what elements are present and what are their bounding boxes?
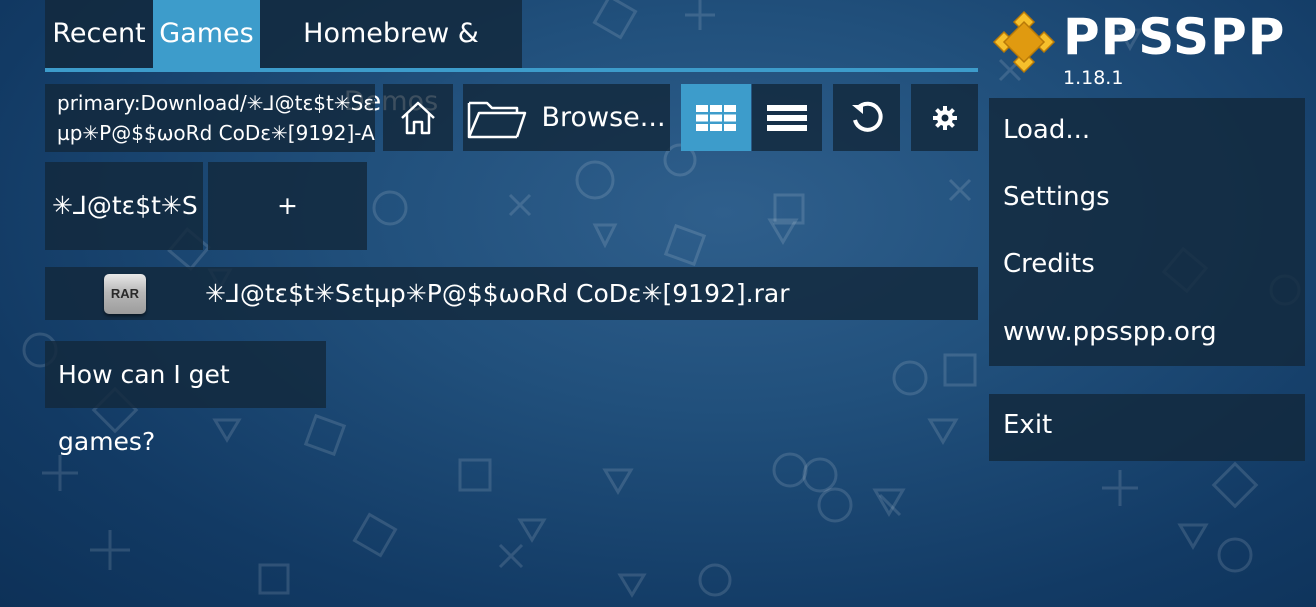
list-view-button[interactable] (752, 84, 822, 151)
browse-label: Browse... (541, 102, 666, 133)
settings-button[interactable] (911, 84, 978, 151)
tab-underline (45, 68, 978, 72)
current-path: primary:Download/✳︎⅃@tɛ$t✳︎Sɛt µp✳︎P@$$ω… (45, 84, 375, 152)
plus-icon: + (277, 191, 298, 220)
brand-name: PPSSPP (1063, 8, 1286, 66)
version-label: 1.18.1 (1063, 67, 1124, 89)
grid-view-icon (696, 104, 736, 131)
gear-icon (932, 105, 957, 130)
home-icon (401, 101, 435, 134)
list-view-icon (767, 104, 807, 131)
folder-item-label: ✳︎⅃@tɛ$t✳︎S (52, 191, 198, 220)
menu-item-load[interactable]: Load... (1003, 115, 1090, 145)
add-folder-button[interactable]: + (208, 162, 367, 250)
folder-icon (468, 101, 527, 138)
path-line-2: µp✳︎P@$$ωoRd CoDɛ✳︎[9192]-A (57, 121, 375, 145)
folder-item[interactable]: ✳︎⅃@tɛ$t✳︎S (45, 162, 203, 250)
grid-view-button[interactable] (681, 84, 751, 151)
refresh-button[interactable] (833, 84, 900, 151)
how-to-get-games-button[interactable]: How can I get games? (45, 341, 326, 456)
tab-homebrew-demos[interactable]: Homebrew & Demos (260, 0, 522, 117)
tab-games[interactable]: Games (153, 0, 260, 68)
menu-item-credits[interactable]: Credits (1003, 249, 1095, 279)
file-name: ✳︎⅃@tɛ$t✳︎Sɛtµp✳︎P@$$ωoRd CoDɛ✳︎[9192].r… (205, 279, 790, 308)
home-button[interactable] (383, 84, 453, 151)
refresh-icon (851, 101, 883, 132)
tab-recent[interactable]: Recent (45, 0, 153, 68)
menu-item-website[interactable]: www.ppsspp.org (1003, 317, 1217, 347)
path-line-1: primary:Download/✳︎⅃@tɛ$t✳︎Sɛt (57, 91, 375, 115)
ppsspp-logo-icon (992, 10, 1056, 74)
menu-item-settings[interactable]: Settings (1003, 182, 1110, 212)
exit-button[interactable]: Exit (1003, 410, 1052, 440)
browse-button[interactable]: Browse... (463, 84, 670, 151)
rar-file-icon: RAR (104, 274, 146, 314)
